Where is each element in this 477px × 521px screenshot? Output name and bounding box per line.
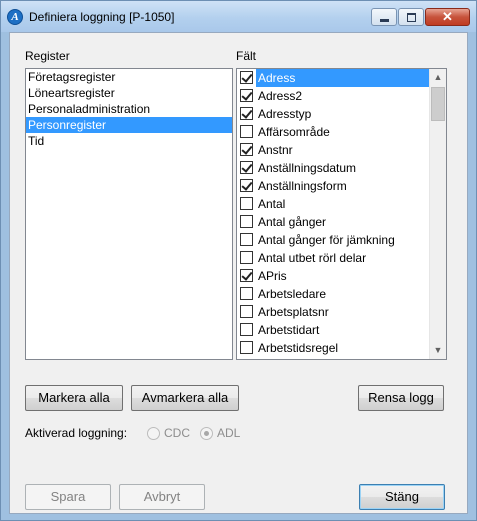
unmark-all-button[interactable]: Avmarkera alla bbox=[131, 385, 239, 411]
fields-items: Adress Adress2 Adresstyp Affärsområde Anstnr… bbox=[237, 69, 446, 357]
register-item[interactable]: Tid bbox=[26, 133, 232, 149]
field-list-item[interactable]: Antal utbet rörl delar bbox=[237, 249, 446, 267]
field-label: Arbetsledare bbox=[258, 287, 327, 301]
field-label: Antal utbet rörl delar bbox=[258, 251, 367, 265]
cdc-radio[interactable] bbox=[147, 427, 160, 440]
app-logo-icon: A bbox=[7, 9, 23, 25]
register-item[interactable]: Löneartsregister bbox=[26, 85, 232, 101]
field-label: Anstnr bbox=[258, 143, 293, 157]
field-label: Arbetsplatsnr bbox=[258, 305, 329, 319]
cdc-radio-label: CDC bbox=[164, 426, 190, 440]
adl-radio-label: ADL bbox=[217, 426, 241, 440]
field-checkbox[interactable] bbox=[240, 161, 253, 174]
field-list-item[interactable]: Anstnr bbox=[237, 141, 446, 159]
field-label: Antal gånger för jämkning bbox=[258, 233, 395, 247]
field-label: Adress bbox=[256, 69, 444, 87]
scroll-thumb[interactable] bbox=[431, 87, 445, 121]
field-list-item[interactable]: Arbetstidsregel bbox=[237, 339, 446, 357]
fields-listbox[interactable]: Adress Adress2 Adresstyp Affärsområde Anstnr… bbox=[236, 68, 447, 360]
fields-scrollbar[interactable]: ▲ ▼ bbox=[429, 69, 446, 359]
field-label: Anställningsform bbox=[258, 179, 347, 193]
minimize-button[interactable] bbox=[371, 8, 397, 26]
field-checkbox[interactable] bbox=[240, 89, 253, 102]
field-list-item[interactable]: Antal gånger bbox=[237, 213, 446, 231]
field-label: Antal bbox=[258, 197, 286, 211]
field-list-item[interactable]: Antal bbox=[237, 195, 446, 213]
scroll-down-arrow-icon[interactable]: ▼ bbox=[430, 342, 446, 359]
field-checkbox[interactable] bbox=[240, 323, 253, 336]
fields-label: Fält bbox=[236, 49, 257, 63]
field-label: Adresstyp bbox=[258, 107, 312, 121]
field-list-item[interactable]: Anställningsform bbox=[237, 177, 446, 195]
close-button[interactable]: Stäng bbox=[359, 484, 445, 510]
field-checkbox[interactable] bbox=[240, 341, 253, 354]
field-list-item[interactable]: Adresstyp bbox=[237, 105, 446, 123]
field-label: Anställningsdatum bbox=[258, 161, 357, 175]
field-list-item[interactable]: Anställningsdatum bbox=[237, 159, 446, 177]
field-label: Arbetstidsregel bbox=[258, 341, 339, 355]
field-label: Affärsområde bbox=[258, 125, 330, 139]
field-checkbox[interactable] bbox=[240, 251, 253, 264]
field-label: Arbetstidart bbox=[258, 323, 320, 337]
field-list-item[interactable]: Adress2 bbox=[237, 87, 446, 105]
field-list-item[interactable]: Arbetstidart bbox=[237, 321, 446, 339]
field-checkbox[interactable] bbox=[240, 287, 253, 300]
field-checkbox[interactable] bbox=[240, 125, 253, 138]
field-checkbox[interactable] bbox=[240, 107, 253, 120]
register-item[interactable]: Företagsregister bbox=[26, 69, 232, 85]
title-bar[interactable]: A Definiera loggning [P-1050] ✕ bbox=[1, 1, 476, 32]
maximize-button[interactable] bbox=[398, 8, 424, 26]
field-checkbox[interactable] bbox=[240, 215, 253, 228]
field-checkbox[interactable] bbox=[240, 305, 253, 318]
field-list-item[interactable]: APris bbox=[237, 267, 446, 285]
field-checkbox[interactable] bbox=[240, 233, 253, 246]
field-checkbox[interactable] bbox=[240, 143, 253, 156]
field-checkbox[interactable] bbox=[240, 197, 253, 210]
field-list-item[interactable]: Arbetsplatsnr bbox=[237, 303, 446, 321]
close-icon: ✕ bbox=[442, 9, 453, 24]
register-item[interactable]: Personaladministration bbox=[26, 101, 232, 117]
cancel-button[interactable]: Avbryt bbox=[119, 484, 205, 510]
scroll-up-arrow-icon[interactable]: ▲ bbox=[430, 69, 446, 86]
close-window-button[interactable]: ✕ bbox=[425, 8, 470, 26]
save-button[interactable]: Spara bbox=[25, 484, 111, 510]
register-listbox[interactable]: Företagsregister Löneartsregister Personal… bbox=[25, 68, 233, 360]
register-item[interactable]: Personregister bbox=[26, 117, 232, 133]
clear-log-button[interactable]: Rensa logg bbox=[358, 385, 444, 411]
dialog-window: A Definiera loggning [P-1050] ✕ Register… bbox=[0, 0, 477, 521]
field-checkbox[interactable] bbox=[240, 179, 253, 192]
field-list-item[interactable]: Arbetsledare bbox=[237, 285, 446, 303]
field-checkbox[interactable] bbox=[240, 269, 253, 282]
adl-radio[interactable] bbox=[200, 427, 213, 440]
field-label: Adress2 bbox=[258, 89, 303, 103]
logging-label: Aktiverad loggning: bbox=[25, 426, 128, 440]
field-label: Antal gånger bbox=[258, 215, 327, 229]
field-checkbox[interactable] bbox=[240, 71, 253, 84]
register-label: Register bbox=[25, 49, 70, 63]
field-label: APris bbox=[258, 269, 287, 283]
field-list-item[interactable]: Adress bbox=[237, 69, 446, 87]
field-list-item[interactable]: Antal gånger för jämkning bbox=[237, 231, 446, 249]
dialog-client-area: Register Fält Företagsregister Löneartsre… bbox=[9, 32, 468, 514]
field-list-item[interactable]: Affärsområde bbox=[237, 123, 446, 141]
window-title: Definiera loggning [P-1050] bbox=[29, 10, 175, 24]
mark-all-button[interactable]: Markera alla bbox=[25, 385, 123, 411]
